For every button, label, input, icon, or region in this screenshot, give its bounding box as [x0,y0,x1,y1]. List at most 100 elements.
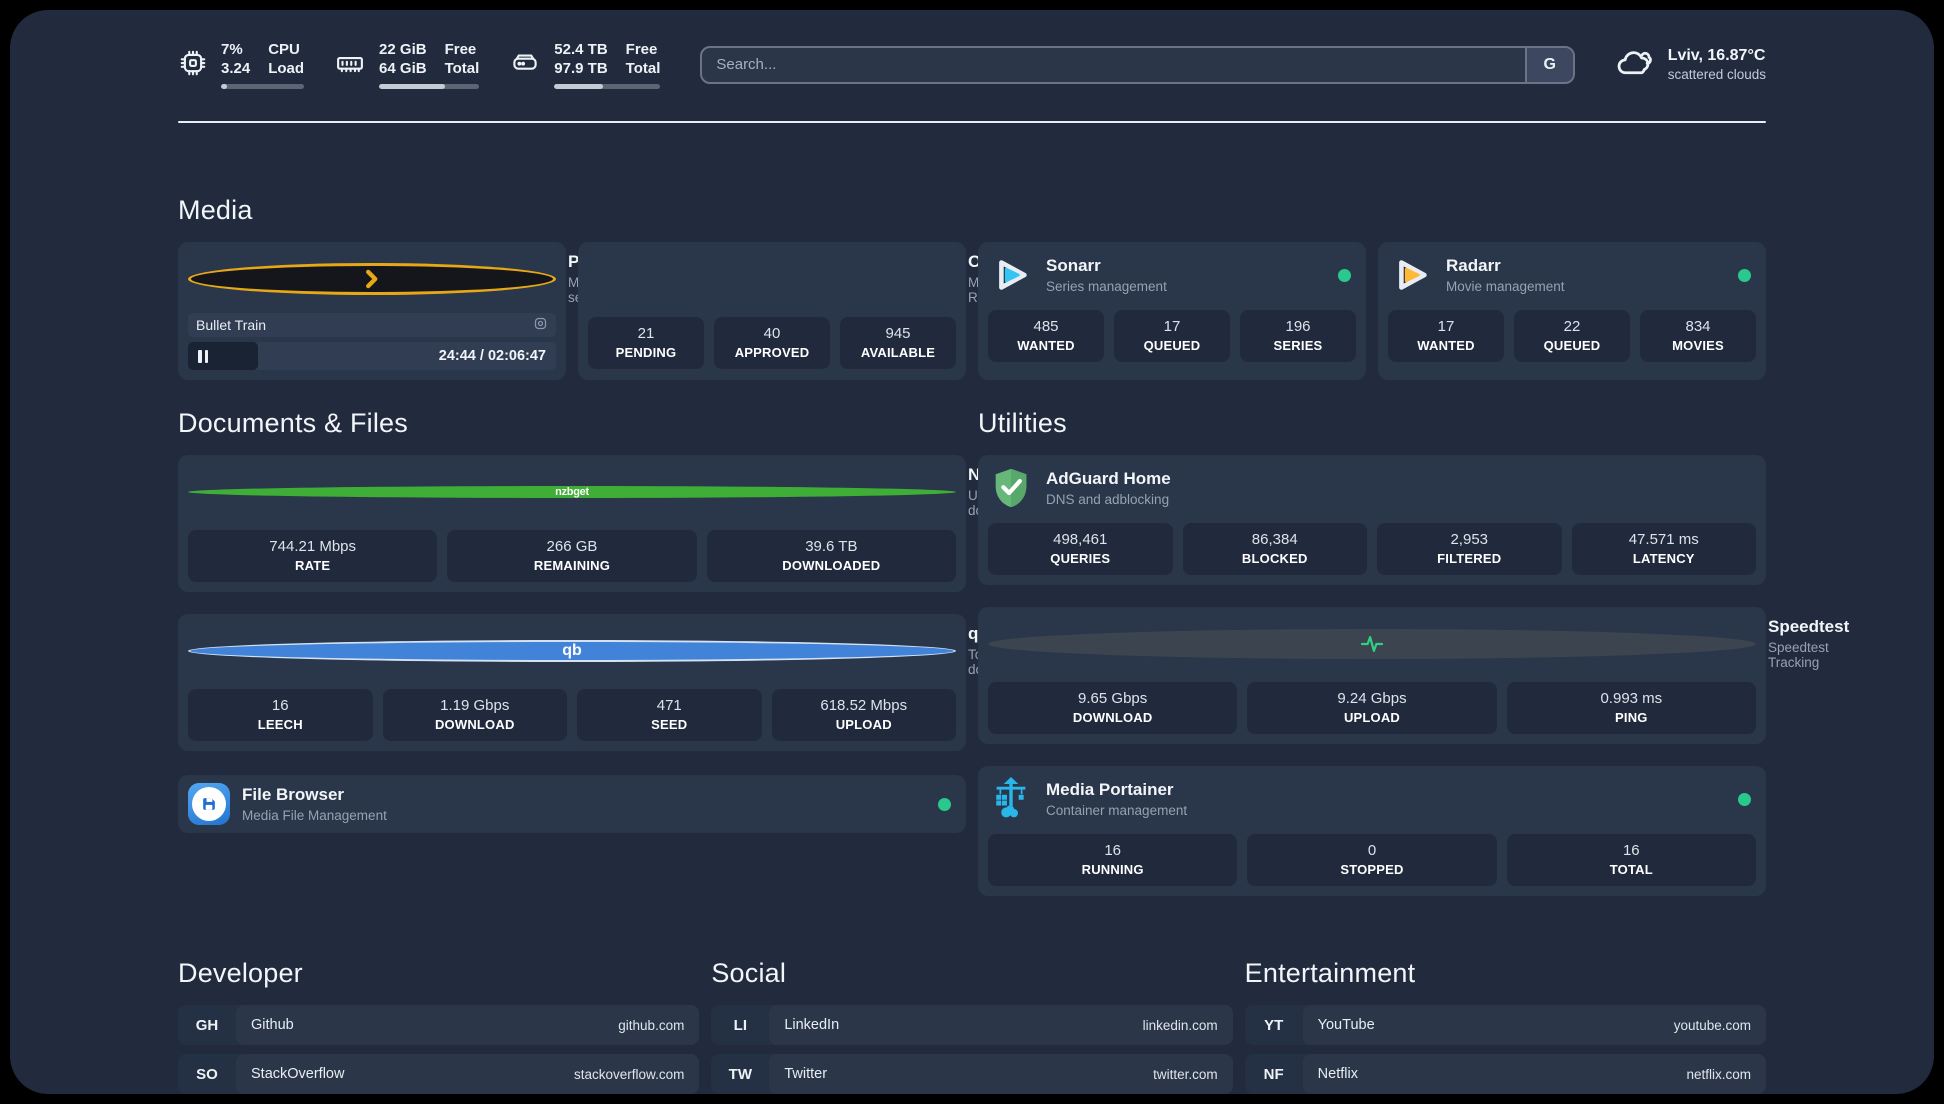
link-github[interactable]: GH Github github.com [178,1005,700,1045]
link-abbr: GH [195,1016,219,1034]
stat-box: 498,461 QUERIES [988,523,1173,575]
disk-progress-bar [554,84,661,89]
developer-heading: Developer [178,958,303,988]
stat-box: 0.993 ms PING [1506,682,1756,734]
stat-box: 17 WANTED [1388,310,1504,362]
stat-box: 22 QUEUED [1514,310,1630,362]
app-title: Media Portainer [1046,780,1174,799]
stat-box: 618.52 Mbps UPLOAD [771,689,956,741]
link-name: Github [251,1017,294,1033]
section-entertainment: Entertainment YT YouTube youtube.com NF … [1244,958,1766,1094]
section-media: Media Plex Media server [178,195,1766,380]
entertainment-heading: Entertainment [1244,958,1416,988]
stat-box: 266 GB REMAINING [447,530,697,582]
cpu-progress-bar [221,84,305,89]
ram-progress-bar [379,84,480,89]
search-bar: G [700,45,1575,84]
link-abbr: TW [728,1065,752,1083]
weather-condition: scattered clouds [1667,67,1766,82]
qbittorrent-icon: qb [188,639,956,662]
stat-box: 39.6 TB DOWNLOADED [706,530,956,582]
disk-values: 52.4 TB 97.9 TB [554,41,608,77]
plex-card[interactable]: Plex Media server Bullet Train [178,242,606,380]
link-stackoverflow[interactable]: SO StackOverflow stackoverflow.com [178,1054,700,1094]
cpu-values: 7% 3.24 [221,41,251,77]
stat-box: 9.24 Gbps UPLOAD [1247,682,1497,734]
link-twitter[interactable]: TW Twitter twitter.com [711,1054,1233,1094]
session-settings-icon[interactable] [533,316,548,334]
link-abbr: NF [1263,1065,1284,1083]
disk-labels: Free Total [625,41,661,77]
stat-box: 945 AVAILABLE [840,317,956,369]
playback-time: 24:44 / 02:06:47 [438,348,546,364]
radarr-card[interactable]: Radarr Movie management 17 WANTED 22 QUEUE… [1378,242,1766,380]
search-engine-button[interactable]: G [1524,47,1573,82]
stat-box: 2,953 FILTERED [1377,523,1562,575]
playback-progress-bar: 24:44 / 02:06:47 [188,342,556,370]
stat-box: 834 MOVIES [1640,310,1756,362]
filebrowser-icon [188,783,230,825]
portainer-card[interactable]: Media Portainer Container management 16 R… [978,766,1766,896]
plex-icon [188,262,556,295]
link-name: StackOverflow [251,1066,345,1082]
utilities-heading: Utilities [978,408,1067,438]
app-title: File Browser [242,785,345,804]
weather-location-temp: Lviv, 16.87°C [1667,47,1766,64]
ram-values: 22 GiB 64 GiB [379,41,427,77]
ram-labels: Free Total [444,41,480,77]
app-subtitle: Media File Management [242,808,387,823]
link-url: netflix.com [1686,1066,1751,1082]
link-linkedin[interactable]: LI LinkedIn linkedin.com [711,1005,1233,1045]
stat-box: 17 QUEUED [1114,310,1230,362]
stat-box: 0 STOPPED [1247,834,1497,886]
search-input[interactable] [702,56,1525,73]
header-divider [178,121,1766,123]
cpu-labels: CPU Load [268,41,305,77]
stat-box: 86,384 BLOCKED [1182,523,1367,575]
link-abbr: LI [733,1016,747,1034]
stat-box: 471 SEED [577,689,762,741]
disk-icon [509,48,541,83]
adguard-icon [988,465,1034,511]
link-name: Twitter [784,1066,828,1082]
stat-box: 47.571 ms LATENCY [1571,523,1756,575]
link-abbr: YT [1264,1016,1284,1034]
link-url: linkedin.com [1142,1017,1218,1033]
qbittorrent-card[interactable]: qb qBittorrent Torrent downloader 16LEEC… [178,614,1056,751]
adguard-card[interactable]: AdGuard Home DNS and adblocking 498,461 Q… [978,455,1766,585]
app-subtitle: Movie management [1446,279,1565,294]
filebrowser-card[interactable]: File Browser Media File Management [178,775,966,833]
section-developer: Developer GH Github github.com SO StackO… [178,958,700,1094]
nzbget-icon: nzbget [188,485,956,498]
cpu-stat: 7% 3.24 CPU Load [178,40,305,89]
link-url: youtube.com [1673,1017,1751,1033]
stat-box: 16 TOTAL [1506,834,1756,886]
link-netflix[interactable]: NF Netflix netflix.com [1244,1054,1766,1094]
section-utilities: Utilities AdGuard Home DNS and adblockin… [978,408,1849,896]
overseerr-card[interactable]: Overseerr Media Requests 21PENDING 40APP… [578,242,1048,380]
system-stats: 7% 3.24 CPU Load 22 GiB 64 GiB Free Tota… [178,40,661,89]
sonarr-icon [988,252,1034,298]
link-name: Netflix [1317,1066,1358,1082]
app-title: AdGuard Home [1046,469,1171,488]
link-url: stackoverflow.com [574,1066,685,1082]
link-name: LinkedIn [784,1017,840,1033]
cpu-icon [178,48,208,83]
weather-widget: Lviv, 16.87°C scattered clouds [1615,45,1766,84]
link-url: twitter.com [1153,1066,1218,1082]
pause-icon[interactable] [198,349,208,363]
nzbget-card[interactable]: nzbget NZBGet Usenet downloader 744.21 M… [178,455,1038,592]
social-heading: Social [711,958,787,988]
stat-box: 1.19 Gbps DOWNLOAD [382,689,567,741]
sonarr-card[interactable]: Sonarr Series management 485 WANTED 17 QUE… [978,242,1366,380]
plex-now-playing: Bullet Train 24:44 / 02:06:47 [188,313,556,370]
documents-heading: Documents & Files [178,408,408,438]
stat-box: 9.65 Gbps DOWNLOAD [988,682,1238,734]
speedtest-card[interactable]: Speedtest Speedtest Tracking 9.65 Gbps DO… [978,607,1849,744]
status-dot-online [1738,268,1751,282]
link-youtube[interactable]: YT YouTube youtube.com [1244,1005,1766,1045]
top-bar: 7% 3.24 CPU Load 22 GiB 64 GiB Free Tota… [178,10,1766,89]
app-subtitle: DNS and adblocking [1046,492,1170,507]
stat-box: 16 LEECH [188,689,373,741]
ram-stat: 22 GiB 64 GiB Free Total [334,40,480,89]
